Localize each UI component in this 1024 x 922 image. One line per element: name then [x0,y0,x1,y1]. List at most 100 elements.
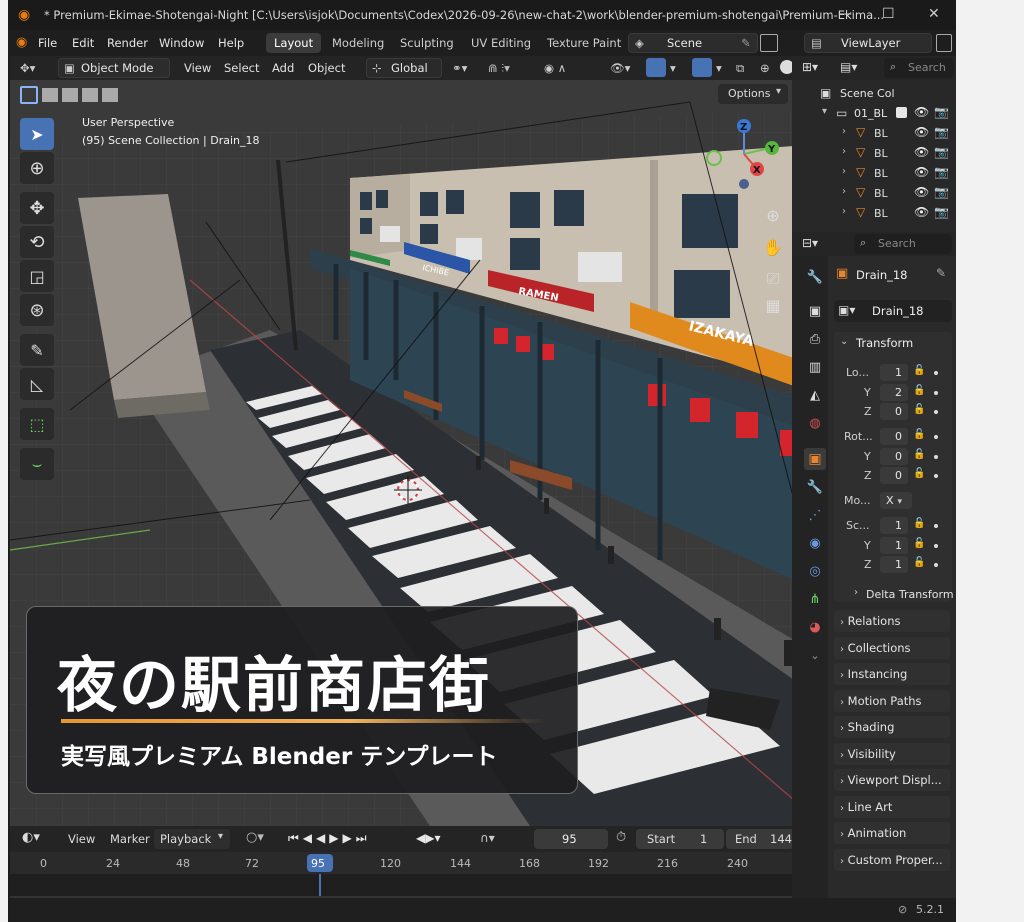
tab-view-layer[interactable]: ▥ [804,356,826,378]
panel-visibility[interactable]: › Visibility [834,743,950,765]
keyframe-dot-icon[interactable] [934,410,938,414]
tab-output[interactable]: ⎙ [804,328,826,350]
panel-viewport-display[interactable]: › Viewport Displ... [834,769,950,791]
record-icon[interactable]: ○▾ [246,830,264,845]
timeline-editor-icon[interactable]: ◐▾ [22,830,40,845]
properties-search[interactable]: ⌕ Search [854,234,952,254]
view-layer-selector[interactable]: ▤ ViewLayer [804,33,932,53]
overlay-toggle-icon[interactable] [692,58,712,77]
tab-object[interactable]: ▣ [804,448,826,470]
pan-button[interactable]: ✋ [760,234,786,260]
camera-icon[interactable]: 📷 [934,165,949,179]
rotate-tool[interactable]: ⟲ [20,226,54,258]
outliner-root[interactable]: ▣ Scene Col [792,84,956,104]
panel-collections[interactable]: › Collections [834,637,950,659]
playback-controls[interactable]: ⏮◀◀▶▶⏭ [288,831,371,846]
camera-icon[interactable]: 📷 [934,105,949,119]
transform-chevron-icon[interactable]: ⌄ [840,336,848,347]
lock-icon[interactable]: 🔓 [913,518,925,529]
tab-scene[interactable]: ◭ [804,384,826,406]
panel-line-art[interactable]: › Line Art [834,796,950,818]
new-view-layer-icon[interactable] [936,34,952,52]
object-menu[interactable]: Object [308,61,345,75]
tab-layout[interactable]: Layout [266,33,322,53]
rotation-y-field[interactable]: 0 [880,448,908,465]
panel-shading[interactable]: › Shading [834,716,950,738]
lock-icon[interactable]: 🔓 [913,538,925,549]
display-mode-icon[interactable]: ▤▾ [840,60,857,74]
keyframe-dot-icon[interactable] [934,544,938,548]
eye-icon[interactable]: 👁 [914,165,929,179]
overlay-menu-icon[interactable]: ▾ [716,61,722,75]
3d-viewport[interactable]: ICHIBE RAMEN IZAKAYA ➤ ⊕ ✥ ⟲ ◲ ⊛ ✎ ◺ ⬚ ⌣… [10,80,794,826]
lock-icon[interactable]: 🔓 [913,365,925,376]
scale-tool[interactable]: ◲ [20,260,54,292]
outliner-item[interactable]: › ▽ BL 👁 📷 [792,164,956,184]
expand-chevron-icon[interactable]: › [842,126,846,137]
gizmo-menu-icon[interactable]: ▾ [670,61,676,75]
menu-help[interactable]: Help [218,36,244,50]
menu-window[interactable]: Window [159,36,204,50]
panel-custom-properties[interactable]: › Custom Proper... [834,849,950,871]
properties-editor-icon[interactable]: ⊟▾ [802,236,818,250]
select-menu[interactable]: Select [224,61,259,75]
frame-ruler[interactable]: 0 24 48 72 95 120 144 168 192 216 240 [10,852,794,874]
mode-selector[interactable]: ▣ Object Mode [58,58,170,78]
select-new-icon[interactable] [20,86,38,104]
camera-icon[interactable]: 📷 [934,125,949,139]
lock-icon[interactable]: 🔓 [913,468,925,479]
auto-key-icon[interactable]: ∩▾ [480,831,495,845]
scale-y-field[interactable]: 1 [880,537,908,554]
rotation-x-field[interactable]: 0 [880,428,908,445]
pin-icon[interactable]: ✎ [741,34,751,52]
select-invert-icon[interactable] [82,88,98,102]
measure-tool[interactable]: ◺ [20,368,54,400]
keyframe-dot-icon[interactable] [934,524,938,528]
transform-title[interactable]: Transform [856,336,913,350]
tab-physics[interactable]: ◉ [804,532,826,554]
select-box-tool[interactable]: ➤ [20,118,54,150]
pivot-icon[interactable]: ⚭▾ [452,61,467,75]
checkbox-icon[interactable] [896,107,907,118]
outliner-item[interactable]: › ▽ BL 👁 📷 [792,144,956,164]
eye-icon[interactable]: 👁 [914,125,929,139]
orientation-selector[interactable]: ⊹ Global [366,58,442,78]
tab-more[interactable]: ⌄ [804,644,826,666]
transform-tool[interactable]: ⊛ [20,294,54,326]
snap-icon[interactable]: ⋒ ⫶▾ [488,61,510,76]
pin-icon[interactable]: ✎ [936,266,946,280]
keyframe-dot-icon[interactable] [934,563,938,567]
navigation-gizmo[interactable]: Z Y X [700,114,794,196]
rotation-z-field[interactable]: 0 [880,467,908,484]
ortho-toggle-button[interactable]: ▦ [760,292,786,318]
rotation-mode-select[interactable]: X ▾ [880,492,912,509]
stopwatch-icon[interactable]: ⏱ [616,830,626,845]
proportional-edit-icon[interactable]: ◉ ∧ [544,61,566,75]
camera-view-button[interactable]: ⎚ [760,266,786,292]
keyframe-area[interactable] [10,874,794,922]
expand-chevron-icon[interactable]: ▾ [822,106,827,117]
delta-chevron-icon[interactable]: › [854,587,858,598]
data-block-selector[interactable]: ▣▾ Drain_18 [834,300,952,322]
timeline-marker-menu[interactable]: Marker [110,832,150,846]
keyframe-dot-icon[interactable] [934,435,938,439]
panel-instancing[interactable]: › Instancing [834,663,950,685]
select-intersect-icon[interactable] [102,88,118,102]
wireframe-shading-icon[interactable]: ⊕ [760,61,770,75]
visibility-icon[interactable]: 👁▾ [610,61,630,75]
tab-tool[interactable]: 🔧 [804,266,826,288]
outliner-item[interactable]: › ▽ BL 👁 📷 [792,184,956,204]
location-z-field[interactable]: 0 [880,403,908,420]
outliner-item[interactable]: › ▽ BL 👁 📷 [792,204,956,224]
new-scene-icon[interactable] [760,34,778,52]
panel-relations[interactable]: › Relations [834,610,950,632]
outliner-item[interactable]: › ▽ BL 👁 📷 [792,124,956,144]
expand-chevron-icon[interactable]: › [842,166,846,177]
tab-texture-paint[interactable]: Texture Paint [539,33,629,53]
lock-icon[interactable]: 🔓 [913,429,925,440]
keyframe-jump-icon[interactable]: ◀▶▾ [416,831,440,845]
zoom-button[interactable]: ⊕ [760,202,786,228]
tab-constraints[interactable]: ◎ [804,560,826,582]
eye-icon[interactable]: 👁 [914,145,929,159]
keyframe-dot-icon[interactable] [934,474,938,478]
